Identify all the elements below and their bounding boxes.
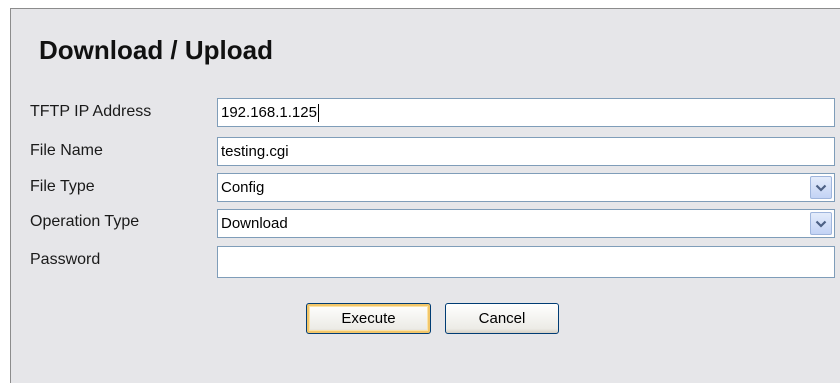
password-input[interactable] (217, 246, 835, 278)
page-title: Download / Upload (39, 35, 273, 65)
file-type-selected: Config (221, 179, 265, 196)
file-type-select[interactable]: Config (217, 173, 835, 202)
operation-type-dropdown-button[interactable] (810, 212, 832, 235)
operation-type-label: Operation Type (30, 213, 140, 230)
text-cursor (317, 103, 319, 122)
file-type-label: File Type (30, 178, 95, 195)
cancel-button[interactable]: Cancel (445, 303, 559, 334)
file-name-input[interactable]: testing.cgi (217, 137, 835, 166)
tftp-ip-label: TFTP IP Address (30, 103, 152, 120)
operation-type-selected: Download (221, 215, 288, 232)
file-name-value: testing.cgi (221, 143, 289, 160)
password-label: Password (30, 251, 101, 268)
execute-button[interactable]: Execute (306, 303, 431, 334)
file-name-label: File Name (30, 142, 103, 159)
chevron-down-icon (815, 184, 827, 192)
chevron-down-icon (815, 220, 827, 228)
file-type-dropdown-button[interactable] (810, 176, 832, 199)
tftp-ip-input[interactable]: 192.168.1.125 (217, 98, 835, 127)
tftp-ip-value: 192.168.1.125 (221, 104, 317, 121)
operation-type-select[interactable]: Download (217, 209, 835, 238)
